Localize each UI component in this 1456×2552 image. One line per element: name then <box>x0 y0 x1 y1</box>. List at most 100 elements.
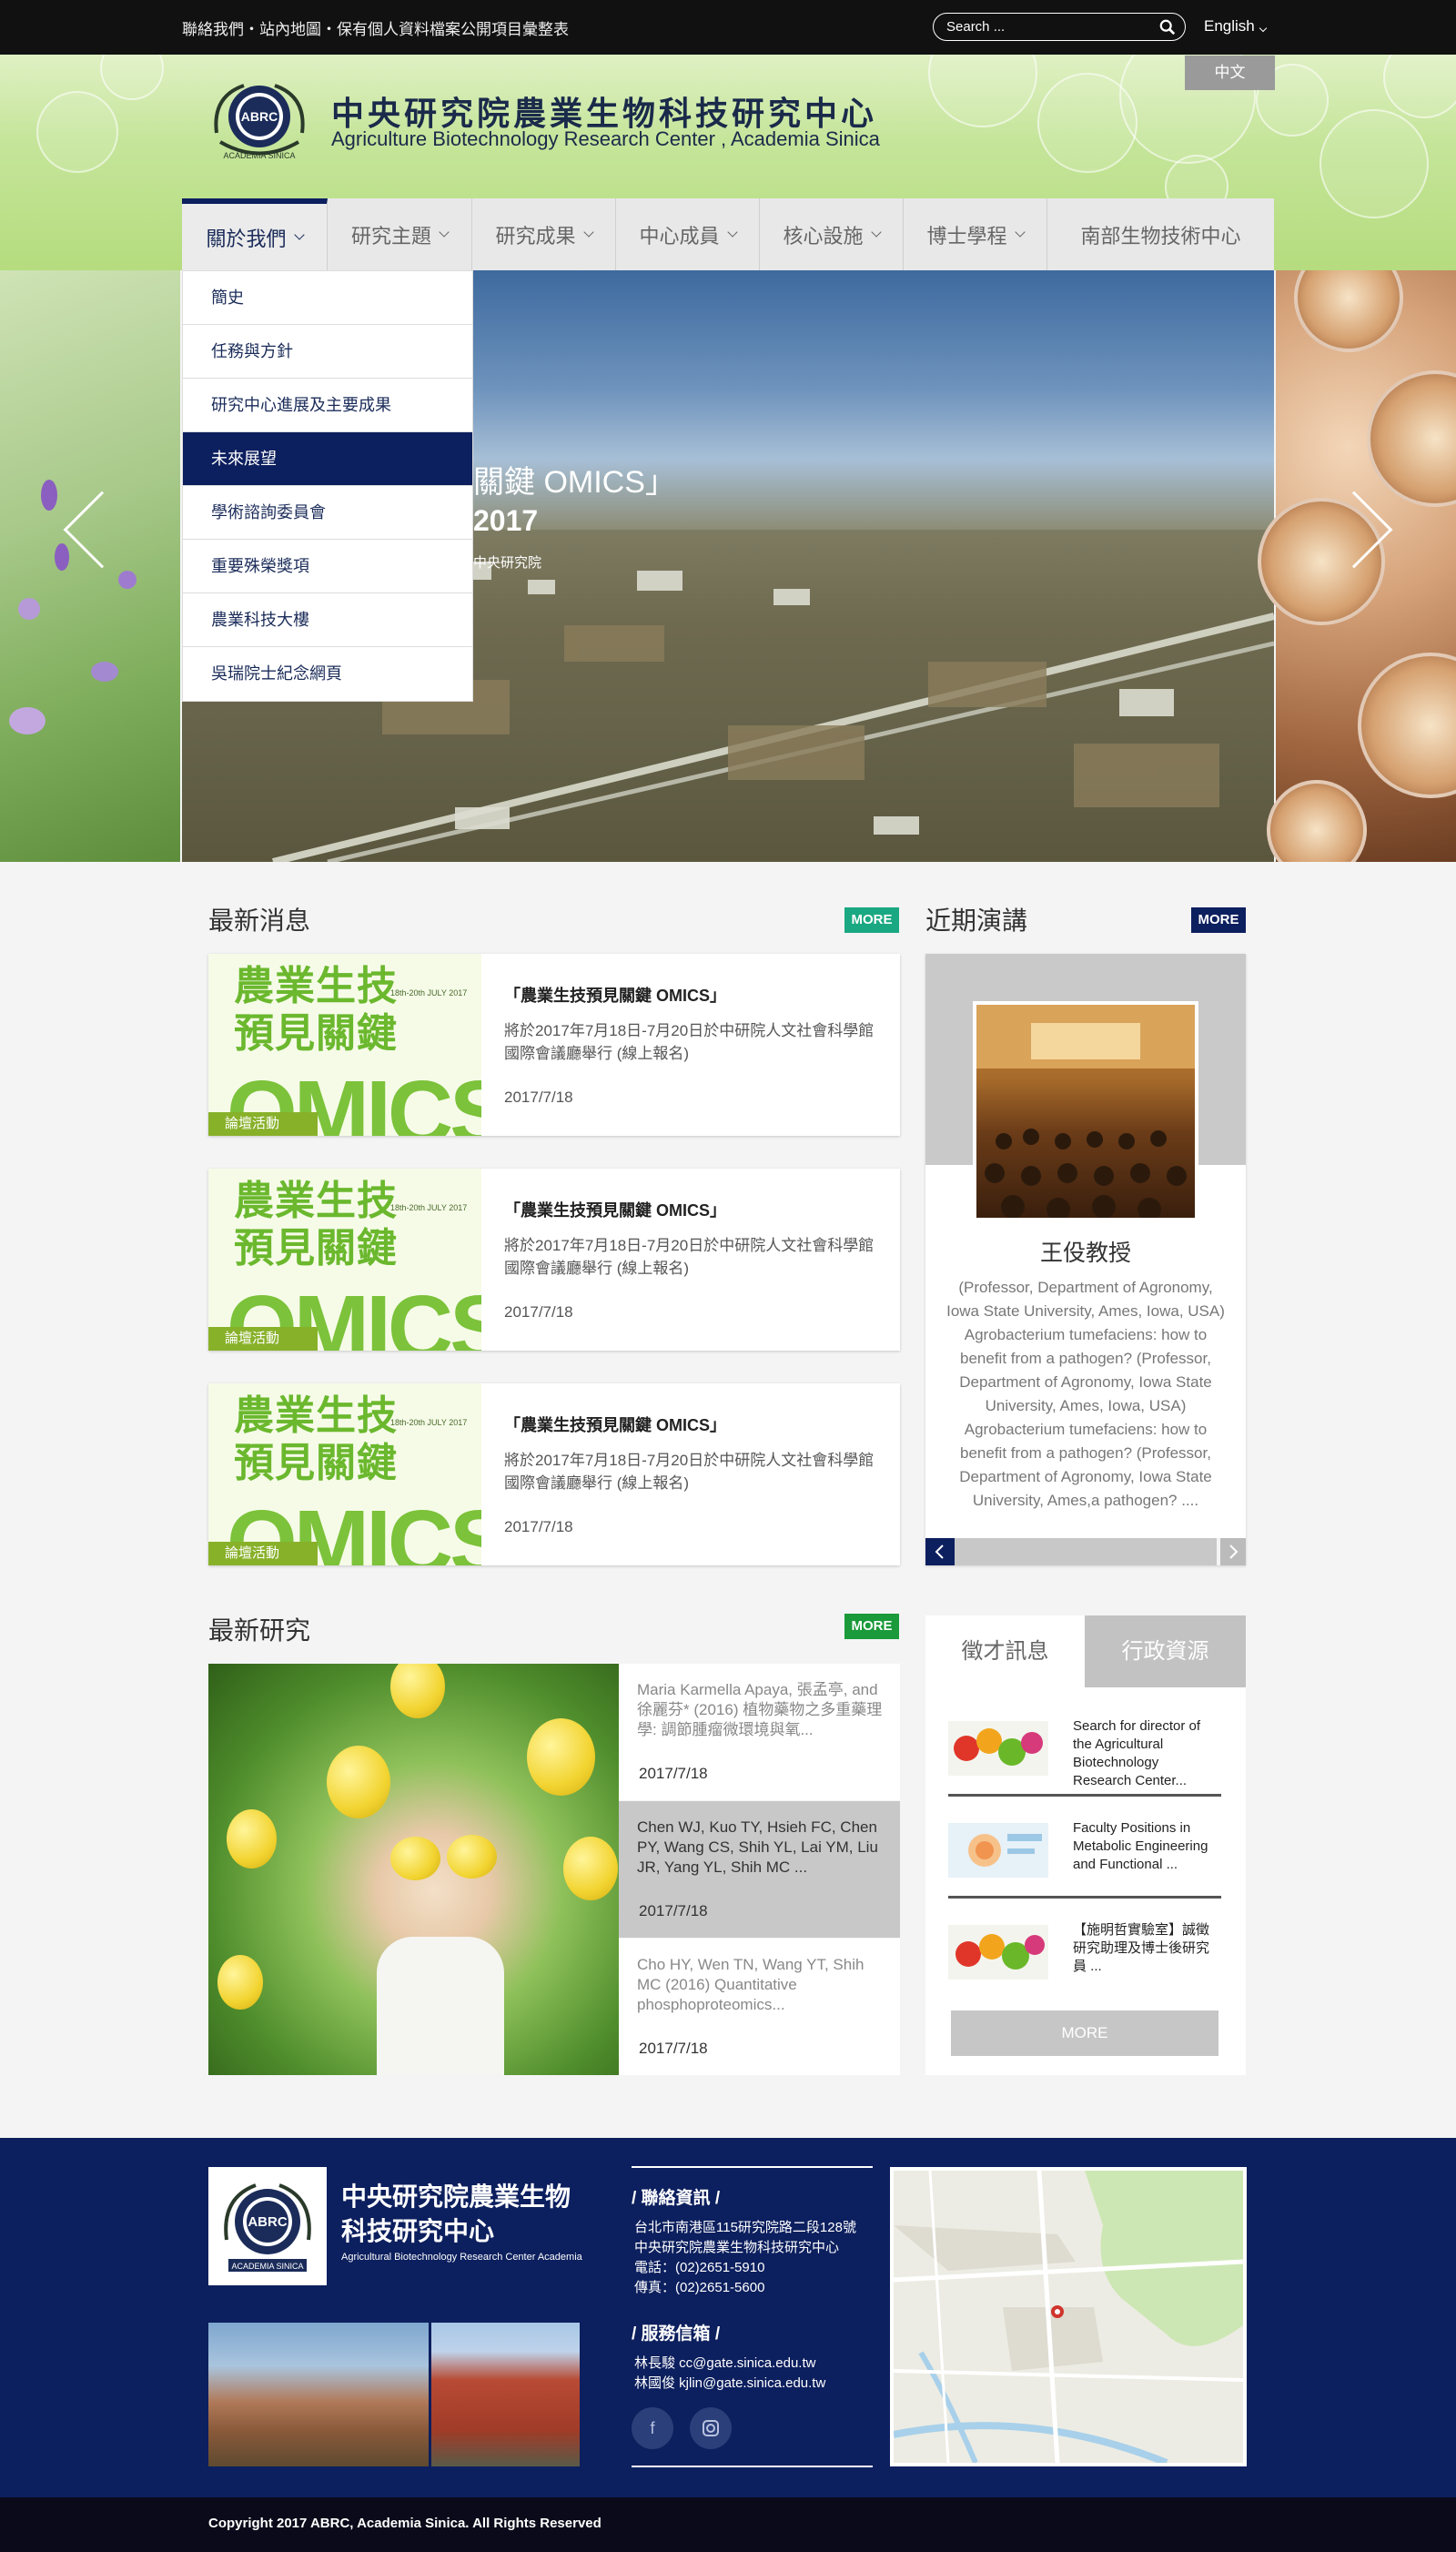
recruit-item[interactable]: 【施明哲實驗室】誠徵研究助理及博士後研究員 ... <box>948 1909 1221 2000</box>
news-description: 將於2017年7月18日-7月20日於中研院人文社會科學館國際會議廳舉行 (線上… <box>504 1452 875 1492</box>
dropdown-item-advisory[interactable]: 學術諮詢委員會 <box>183 486 472 540</box>
nav-label: 關於我們 <box>206 227 287 250</box>
footer-logo-text: ABRC <box>248 2214 287 2230</box>
news-image-title: 農業生技 預見關鍵 <box>234 963 398 1057</box>
lecture-affiliation: (Professor, Department of Agronomy, Iowa… <box>946 1279 1225 1320</box>
nav-label: 研究成果 <box>495 224 576 248</box>
news-description: 將於2017年7月18日-7月20日於中研院人文社會科學館國際會議廳舉行 (線上… <box>504 1022 875 1062</box>
recruit-image <box>948 1721 1048 1776</box>
nav-research-results[interactable]: 研究成果 <box>472 198 616 270</box>
nav-southern-center[interactable]: 南部生物技術中心 <box>1047 198 1274 270</box>
news-tag: 論壇活動 <box>208 1542 318 1565</box>
about-dropdown-menu: 簡史 任務與方針 研究中心進展及主要成果 未來展望 學術諮詢委員會 重要殊榮獎項… <box>182 270 473 702</box>
lecture-next-button[interactable] <box>1217 1538 1246 1565</box>
footer-site-name-en: Agricultural Biotechnology Research Cent… <box>341 2252 582 2263</box>
recruit-more-button[interactable]: MORE <box>951 2010 1218 2056</box>
dropdown-item-future[interactable]: 未來展望 <box>183 432 472 486</box>
research-more-button[interactable]: MORE <box>844 1614 899 1639</box>
recruit-item[interactable]: Faculty Positions in Metabolic Engineeri… <box>948 1807 1221 1899</box>
chinese-language-button[interactable]: 中文 <box>1185 56 1275 90</box>
news-more-button[interactable]: MORE <box>844 907 899 933</box>
footer-email[interactable]: 林長駿 cc@gate.sinica.edu.tw <box>634 2353 815 2372</box>
lecture-prev-button[interactable] <box>925 1538 955 1565</box>
main-nav: 關於我們 研究主題 研究成果 中心成員 核心設施 博士學程 南部生物技術中心 <box>182 198 1274 270</box>
footer-map[interactable] <box>890 2167 1247 2466</box>
hero-caption: 關鍵 OMICS」 <box>473 465 676 500</box>
chevron-down-icon <box>870 226 882 238</box>
nav-about[interactable]: 關於我們 <box>182 198 328 270</box>
research-item-date: 2017/7/18 <box>639 2040 708 2057</box>
copyright-text: Copyright 2017 ABRC, Academia Sinica. Al… <box>208 2516 602 2531</box>
lecture-pager <box>925 1538 1246 1565</box>
tab-recruitment[interactable]: 徵才訊息 <box>925 1615 1085 1687</box>
research-item[interactable]: Cho HY, Wen TN, Wang YT, Shih MC (2016) … <box>619 1939 900 2075</box>
nav-phd-program[interactable]: 博士學程 <box>904 198 1047 270</box>
news-card[interactable]: 農業生技 預見關鍵 18th-20th JULY 2017 OMICS 論壇活動… <box>208 1169 900 1351</box>
search-input[interactable] <box>946 17 1147 35</box>
chevron-left-icon <box>935 1544 944 1559</box>
footer-email[interactable]: 林國俊 kjlin@gate.sinica.edu.tw <box>634 2373 825 2392</box>
footer-logo[interactable]: ABRC ACADEMIA SINICA <box>208 2167 327 2285</box>
search-icon[interactable] <box>1159 19 1176 35</box>
news-image: 農業生技 預見關鍵 18th-20th JULY 2017 OMICS 論壇活動 <box>208 1169 481 1351</box>
news-tag: 論壇活動 <box>208 1327 318 1351</box>
language-select[interactable]: English <box>1204 17 1268 35</box>
nav-label: 核心設施 <box>783 224 864 248</box>
hero-subcaption: 中央研究院 <box>473 555 542 571</box>
abrc-logo[interactable]: ABRC ACADEMIA SINICA <box>207 78 311 162</box>
news-image-date: 18th-20th JULY 2017 <box>390 1418 468 1427</box>
news-title[interactable]: 「農業生技預見關鍵 OMICS」 <box>504 983 726 1007</box>
dropdown-item-history[interactable]: 簡史 <box>183 271 472 325</box>
news-section-title: 最新消息 <box>208 906 311 935</box>
logo-text: ABRC <box>241 109 278 124</box>
news-image-date: 18th-20th JULY 2017 <box>390 1203 468 1212</box>
news-card[interactable]: 農業生技 預見關鍵 18th-20th JULY 2017 OMICS 論壇活動… <box>208 954 900 1136</box>
tab-admin-resources[interactable]: 行政資源 <box>1085 1615 1246 1687</box>
lecture-speaker-name[interactable]: 王伇教授 <box>925 1235 1246 1268</box>
nav-label: 博士學程 <box>926 224 1007 248</box>
recruit-item[interactable]: Search for director of the Agricultural … <box>948 1705 1221 1797</box>
chevron-down-icon <box>582 226 594 238</box>
news-title[interactable]: 「農業生技預見關鍵 OMICS」 <box>504 1198 726 1221</box>
dropdown-item-building[interactable]: 農業科技大樓 <box>183 593 472 647</box>
recruit-item-text: Faculty Positions in Metabolic Engineeri… <box>1073 1820 1208 1872</box>
chevron-down-icon <box>1014 226 1026 238</box>
language-label: English <box>1204 17 1255 35</box>
footer-fax: 傳真：(02)2651-5600 <box>634 2280 765 2295</box>
news-title[interactable]: 「農業生技預見關鍵 OMICS」 <box>504 1413 726 1436</box>
nav-members[interactable]: 中心成員 <box>616 198 760 270</box>
news-date: 2017/7/18 <box>504 1303 573 1321</box>
news-card[interactable]: 農業生技 預見關鍵 18th-20th JULY 2017 OMICS 論壇活動… <box>208 1383 900 1565</box>
facebook-icon[interactable]: f <box>632 2407 673 2449</box>
lecture-card[interactable]: 王伇教授 (Professor, Department of Agronomy,… <box>925 954 1246 1565</box>
dropdown-item-awards[interactable]: 重要殊榮獎項 <box>183 540 472 593</box>
top-links[interactable]: 聯絡我們・站內地圖・保有個人資料檔案公開項目彙整表 <box>182 16 569 39</box>
dropdown-item-memorial[interactable]: 吳瑞院士紀念網頁 <box>183 647 472 701</box>
footer-divider <box>632 2166 873 2168</box>
research-item[interactable]: Chen WJ, Kuo TY, Hsieh FC, Chen PY, Wang… <box>619 1801 900 1938</box>
instagram-icon[interactable] <box>690 2407 732 2449</box>
news-image-date: 18th-20th JULY 2017 <box>390 988 468 998</box>
lecture-more-button[interactable]: MORE <box>1191 907 1246 933</box>
footer-address: 台北市南港區115研究院路二段128號 <box>634 2220 856 2235</box>
nav-research-topics[interactable]: 研究主題 <box>328 198 472 270</box>
research-item[interactable]: Maria Karmella Apaya, 張孟亭, and 徐麗芬* (201… <box>619 1664 900 1800</box>
search-box[interactable] <box>933 13 1186 41</box>
chevron-right-icon <box>1229 1544 1239 1559</box>
chevron-down-icon <box>1259 24 1268 33</box>
nav-core-facilities[interactable]: 核心設施 <box>760 198 904 270</box>
nav-label: 南部生物技術中心 <box>1080 224 1241 248</box>
news-description: 將於2017年7月18日-7月20日於中研院人文社會科學館國際會議廳舉行 (線上… <box>504 1237 875 1277</box>
nav-label: 中心成員 <box>639 224 720 248</box>
dropdown-item-progress[interactable]: 研究中心進展及主要成果 <box>183 379 472 432</box>
footer-address: 中央研究院農業生物科技研究中心 <box>634 2240 840 2255</box>
chevron-down-icon <box>293 228 305 240</box>
lecture-description: (Professor, Department of Agronomy, Iowa… <box>944 1276 1228 1513</box>
footer-phone: 電話：(02)2651-5910 <box>634 2260 765 2275</box>
research-item-text: Cho HY, Wen TN, Wang YT, Shih MC (2016) … <box>637 1956 864 2013</box>
news-date: 2017/7/18 <box>504 1518 573 1535</box>
research-section-title: 最新研究 <box>208 1616 311 1645</box>
site-title-en: Agriculture Biotechnology Research Cente… <box>331 127 880 150</box>
chevron-down-icon <box>439 226 450 238</box>
dropdown-item-mission[interactable]: 任務與方針 <box>183 325 472 379</box>
